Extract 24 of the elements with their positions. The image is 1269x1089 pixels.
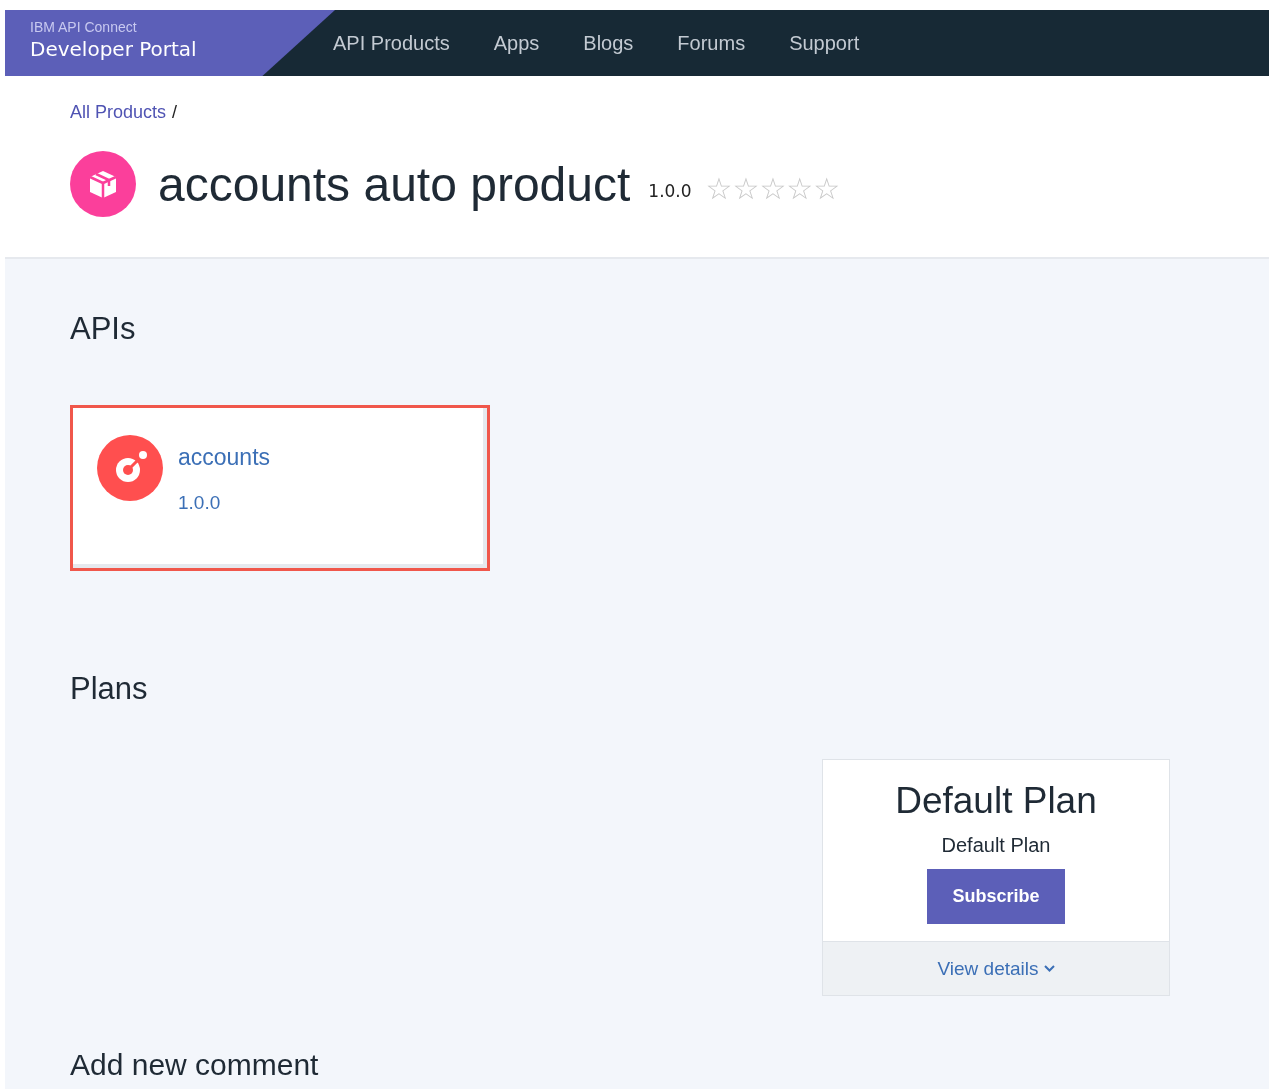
- subscribe-button[interactable]: Subscribe: [927, 869, 1065, 924]
- brand-subtitle: IBM API Connect: [30, 19, 138, 35]
- section-heading: Plans: [70, 671, 149, 707]
- chevron-down-icon: [1043, 965, 1055, 972]
- nav-link[interactable]: Blogs: [583, 31, 634, 55]
- api-card[interactable]: accounts 1.0.0: [70, 405, 490, 571]
- section-heading: Add new comment: [70, 1048, 320, 1082]
- product-title: accounts auto product: [158, 156, 631, 212]
- brand-title: Developer Portal: [30, 37, 198, 61]
- breadcrumb-separator: /: [172, 102, 178, 123]
- api-version: 1.0.0: [178, 492, 222, 514]
- nav-link[interactable]: API Products: [333, 31, 450, 55]
- view-details-link[interactable]: View details: [823, 941, 1169, 995]
- api-name-link[interactable]: accounts: [178, 444, 271, 471]
- plan-description: Default Plan: [941, 834, 1051, 857]
- target-icon: [97, 435, 163, 501]
- package-icon: [70, 151, 136, 217]
- section-heading: APIs: [70, 311, 137, 347]
- nav-link[interactable]: Apps: [493, 31, 540, 55]
- breadcrumb-link[interactable]: All Products: [70, 102, 167, 123]
- nav-link[interactable]: Forums: [677, 31, 746, 55]
- nav-link[interactable]: Support: [789, 31, 860, 55]
- product-version: 1.0.0: [648, 181, 692, 201]
- plan-title: Default Plan: [895, 780, 1097, 822]
